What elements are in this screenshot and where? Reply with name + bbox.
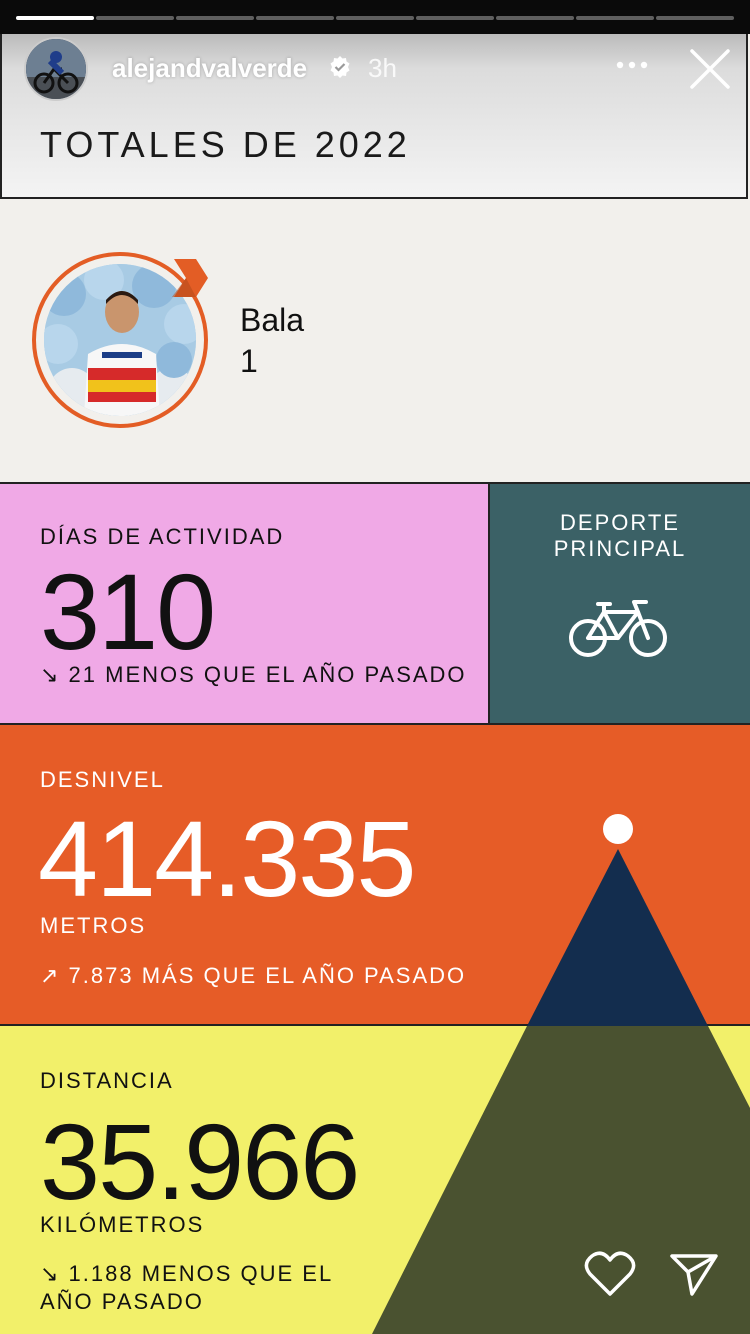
progress-segment [256, 16, 334, 20]
progress-segment [576, 16, 654, 20]
progress-segment [416, 16, 494, 20]
story-progress-bar [16, 16, 734, 20]
progress-segment [16, 16, 94, 20]
story-screen: TOTALES DE 2022 alejandvalverde 3h Bala … [0, 0, 750, 1334]
elevation-label: DESNIVEL [40, 767, 165, 792]
distance-change-line1: ↘ 1.188 MENOS QUE EL [40, 1261, 334, 1286]
more-options-icon[interactable] [612, 50, 652, 80]
elevation-change: ↗ 7.873 MÁS QUE EL AÑO PASADO [40, 963, 467, 988]
activity-days-label: DÍAS DE ACTIVIDAD [40, 524, 285, 549]
cyclist-avatar-icon [26, 39, 86, 99]
page-title: TOTALES DE 2022 [40, 124, 411, 165]
elevation-value: 414.335 [38, 798, 416, 919]
distance-card: DISTANCIA 35.966 KILÓMETROS ↘ 1.188 MENO… [0, 1026, 750, 1334]
close-icon[interactable] [688, 47, 732, 91]
progress-segment [176, 16, 254, 20]
distance-change-line2: AÑO PASADO [40, 1288, 204, 1314]
athlete-name: Bala [240, 302, 305, 338]
avatar[interactable] [24, 37, 88, 101]
athlete-number: 1 [240, 343, 258, 379]
main-sport-label-line1: DEPORTE [560, 510, 680, 535]
heart-icon[interactable] [584, 1250, 636, 1298]
bicycle-icon [569, 600, 667, 657]
progress-segment [336, 16, 414, 20]
athlete-profile: Bala 1 [0, 200, 750, 484]
username[interactable]: alejandvalverde [112, 53, 307, 84]
progress-segment-fill [16, 16, 94, 20]
activity-days-change: ↘ 21 MENOS QUE EL AÑO PASADO [40, 662, 467, 687]
distance-label: DISTANCIA [40, 1068, 174, 1093]
send-icon[interactable] [668, 1250, 720, 1298]
progress-segment [496, 16, 574, 20]
strava-chevron-icon [172, 259, 208, 297]
activity-days-card: DÍAS DE ACTIVIDAD 310 ↘ 21 MENOS QUE EL … [0, 484, 490, 725]
distance-unit: KILÓMETROS [40, 1212, 205, 1237]
main-sport-card: DEPORTE PRINCIPAL [490, 484, 750, 725]
post-time: 3h [368, 53, 397, 83]
distance-value: 35.966 [40, 1101, 360, 1222]
progress-segment [656, 16, 734, 20]
elevation-card: DESNIVEL 414.335 METROS ↗ 7.873 MÁS QUE … [0, 725, 750, 1026]
story-header: alejandvalverde 3h [0, 30, 750, 110]
elevation-unit: METROS [40, 913, 147, 938]
main-sport-label-line2: PRINCIPAL [553, 536, 687, 562]
verified-badge-icon [330, 56, 350, 78]
activity-days-value: 310 [40, 551, 216, 672]
distance-change: ↘ 1.188 MENOS QUE EL AÑO PASADO [40, 1260, 360, 1315]
progress-segment [96, 16, 174, 20]
main-sport-label: DEPORTE PRINCIPAL [490, 510, 750, 563]
